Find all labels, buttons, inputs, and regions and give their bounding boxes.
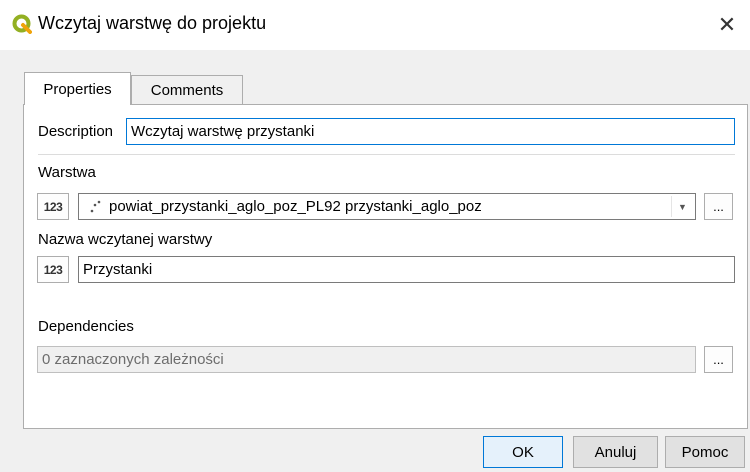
loaded-name-label: Nazwa wczytanej warstwy bbox=[38, 231, 213, 248]
layer-type-button[interactable]: 123 bbox=[37, 193, 69, 220]
dependencies-input: 0 zaznaczonych zależności bbox=[37, 346, 696, 373]
description-label: Description bbox=[38, 123, 114, 140]
help-button[interactable]: Pomoc bbox=[665, 436, 745, 468]
loaded-name-type-button[interactable]: 123 bbox=[37, 256, 69, 283]
tab-comments[interactable]: Comments bbox=[131, 75, 243, 105]
layer-combobox[interactable]: powiat_przystanki_aglo_poz_PL92 przystan… bbox=[78, 193, 696, 220]
cancel-button[interactable]: Anuluj bbox=[573, 436, 658, 468]
layer-combobox-value: powiat_przystanki_aglo_poz_PL92 przystan… bbox=[109, 198, 482, 215]
ok-button[interactable]: OK bbox=[483, 436, 563, 468]
point-layer-icon bbox=[90, 200, 101, 212]
title-bar: Wczytaj warstwę do projektu ✕ bbox=[0, 0, 750, 50]
chevron-down-icon[interactable]: ▼ bbox=[671, 196, 693, 217]
layer-label: Warstwa bbox=[38, 164, 96, 181]
dependencies-label: Dependencies bbox=[38, 318, 134, 335]
number-type-icon: 123 bbox=[43, 199, 63, 214]
number-type-icon: 123 bbox=[43, 262, 63, 277]
dialog-body: Properties Comments Description Wczytaj … bbox=[0, 50, 750, 472]
close-icon: ✕ bbox=[717, 12, 737, 37]
dependencies-browse-button[interactable]: ... bbox=[704, 346, 733, 373]
window-title: Wczytaj warstwę do projektu bbox=[38, 13, 267, 33]
description-input[interactable]: Wczytaj warstwę przystanki bbox=[126, 118, 735, 145]
divider bbox=[38, 154, 735, 155]
qgis-logo-icon bbox=[12, 14, 32, 34]
close-button[interactable]: ✕ bbox=[704, 0, 750, 50]
layer-browse-button[interactable]: ... bbox=[704, 193, 733, 220]
loaded-name-input[interactable]: Przystanki bbox=[78, 256, 735, 283]
tab-properties[interactable]: Properties bbox=[24, 72, 131, 105]
